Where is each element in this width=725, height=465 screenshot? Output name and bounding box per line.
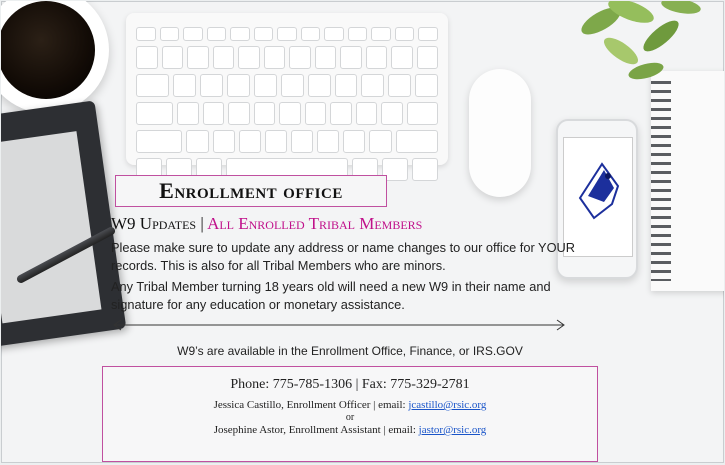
contact-person-2-label: Josephine Astor, Enrollment Assistant | … bbox=[213, 424, 419, 436]
contact-person-1-label: Jessica Castillo, Enrollment Officer | e… bbox=[213, 399, 409, 411]
availability-text: W9’s are available in the Enrollment Off… bbox=[177, 344, 523, 358]
headline: W9 Updates | All Enrolled Tribal Members bbox=[111, 214, 422, 234]
tablet-icon bbox=[1, 100, 127, 348]
age-notice: Any Tribal Member turning 18 years old w… bbox=[111, 279, 551, 312]
plant-icon bbox=[581, 1, 701, 80]
or-separator: or bbox=[345, 412, 355, 423]
mouse-icon bbox=[469, 69, 531, 197]
email-link-jcastillo[interactable]: jcastillo@rsic.org bbox=[408, 399, 486, 411]
headline-prefix: W9 Updates | bbox=[111, 214, 208, 233]
tribal-logo-icon bbox=[578, 162, 620, 220]
update-notice: Please make sure to update any address o… bbox=[111, 240, 576, 273]
contact-person-1: Jessica Castillo, Enrollment Officer | e… bbox=[103, 399, 597, 411]
keyboard-icon bbox=[126, 13, 448, 181]
enrollment-flyer: Enrollment office W9 Updates | All Enrol… bbox=[1, 1, 724, 463]
page-title: Enrollment office bbox=[159, 178, 343, 203]
notebook-icon bbox=[651, 71, 724, 291]
headline-accent: All Enrolled Tribal Members bbox=[207, 214, 423, 233]
email-link-jastor[interactable]: jastor@rsic.org bbox=[419, 424, 487, 436]
title-box: Enrollment office bbox=[115, 175, 387, 207]
double-arrow-icon bbox=[113, 319, 565, 331]
phone-fax-line: Phone: 775-785-1306 | Fax: 775-329-2781 bbox=[230, 377, 470, 392]
coffee-cup-icon bbox=[1, 1, 109, 113]
contact-box: Phone: 775-785-1306 | Fax: 775-329-2781 … bbox=[102, 366, 598, 462]
contact-person-2: Josephine Astor, Enrollment Assistant | … bbox=[103, 424, 597, 436]
